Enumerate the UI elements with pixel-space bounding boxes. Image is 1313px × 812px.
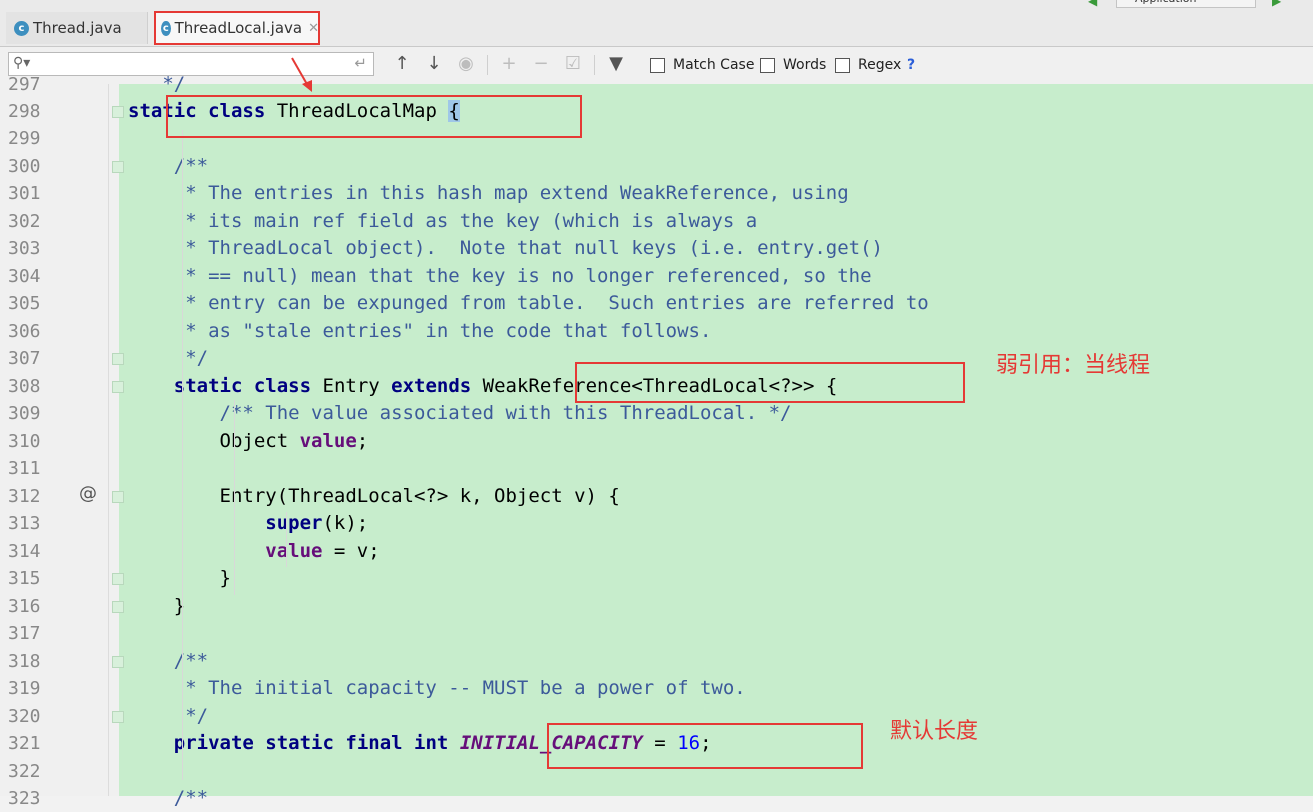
line-number: 315	[8, 568, 41, 589]
code-text: * entry can be expunged from table. Such…	[128, 292, 929, 314]
fold-marker-icon[interactable]	[112, 491, 124, 503]
code-line: 323 /**	[0, 785, 1313, 812]
fold-marker-icon[interactable]	[112, 381, 124, 393]
line-number: 311	[8, 458, 41, 479]
line-number: 322	[8, 761, 41, 782]
code-line: 314 value = v;	[0, 538, 1313, 565]
code-text: * its main ref field as the key (which i…	[128, 210, 758, 232]
line-number: 301	[8, 183, 41, 204]
default-length-note: 默认长度	[890, 719, 979, 744]
line-number: 321	[8, 733, 41, 754]
line-number: 309	[8, 403, 41, 424]
code-text: /**	[128, 155, 209, 177]
indent-guide	[234, 400, 235, 595]
code-line: 313 super(k);	[0, 510, 1313, 537]
code-text: * The initial capacity -- MUST be a powe…	[128, 677, 746, 699]
code-text: */	[128, 73, 186, 95]
code-line: 318 /**	[0, 648, 1313, 675]
line-number: 299	[8, 128, 41, 149]
enter-icon: ↵	[354, 54, 367, 72]
fold-marker-icon[interactable]	[112, 601, 124, 613]
line-number: 317	[8, 623, 41, 644]
line-number: 318	[8, 651, 41, 672]
class-highlight-box	[166, 95, 582, 138]
run-config-strip: ◀ Application ▶	[1080, 0, 1313, 10]
code-text: /**	[128, 650, 209, 672]
code-line: 306 * as "stale entries" in the code tha…	[0, 318, 1313, 345]
run-config-selector[interactable]: Application	[1116, 0, 1256, 8]
indent-guide	[286, 512, 287, 567]
code-line: 297 */	[0, 71, 1313, 98]
tab-label: Thread.java	[33, 19, 122, 37]
code-text: }	[128, 567, 231, 589]
line-number: 307	[8, 348, 41, 369]
code-line: 303 * ThreadLocal object). Note that nul…	[0, 235, 1313, 262]
fold-marker-icon[interactable]	[112, 656, 124, 668]
fold-marker-icon[interactable]	[112, 711, 124, 723]
code-text: * == null) mean that the key is no longe…	[128, 265, 872, 287]
fold-marker-icon[interactable]	[112, 106, 124, 118]
line-number: 313	[8, 513, 41, 534]
fold-marker-icon[interactable]	[112, 161, 124, 173]
code-text: Object value;	[128, 430, 369, 452]
code-line: 302 * its main ref field as the key (whi…	[0, 208, 1313, 235]
line-number: 308	[8, 376, 41, 397]
line-number: 297	[8, 74, 41, 95]
code-line: 315 }	[0, 565, 1313, 592]
search-icon[interactable]: ⚲▾	[13, 55, 30, 71]
code-line: 312 @ Entry(ThreadLocal<?> k, Object v) …	[0, 483, 1313, 510]
line-number: 310	[8, 431, 41, 452]
code-text: * as "stale entries" in the code that fo…	[128, 320, 712, 342]
line-number: 298	[8, 101, 41, 122]
line-number: 316	[8, 596, 41, 617]
code-line: 301 * The entries in this hash map exten…	[0, 180, 1313, 207]
code-text: * ThreadLocal object). Note that null ke…	[128, 237, 883, 259]
code-text: * The entries in this hash map extend We…	[128, 182, 849, 204]
annotation-arrow	[291, 57, 312, 92]
line-number: 320	[8, 706, 41, 727]
code-text: /** The value associated with this Threa…	[128, 402, 792, 424]
run-icon[interactable]: ▶	[1272, 0, 1281, 8]
line-number: 300	[8, 156, 41, 177]
code-line: 319 * The initial capacity -- MUST be a …	[0, 675, 1313, 702]
code-line: 317	[0, 620, 1313, 647]
line-number: 319	[8, 678, 41, 699]
indent-guide	[182, 130, 183, 780]
line-number: 306	[8, 321, 41, 342]
code-text: value = v;	[265, 540, 380, 562]
weak-reference-note: 弱引用：当线程	[996, 353, 1151, 378]
code-text: super(k);	[265, 512, 369, 534]
line-number: 312	[8, 486, 41, 507]
code-line: 305 * entry can be expunged from table. …	[0, 290, 1313, 317]
weakreference-highlight-box	[575, 362, 965, 403]
code-line: 311	[0, 455, 1313, 482]
class-file-icon: c	[14, 20, 29, 36]
tab-thread-java[interactable]: c Thread.java	[6, 12, 148, 44]
code-text: */	[128, 347, 209, 369]
code-text: */	[128, 705, 209, 727]
code-text: Entry(ThreadLocal<?> k, Object v) {	[128, 485, 620, 507]
line-number: 305	[8, 293, 41, 314]
override-marker-icon[interactable]: @	[79, 483, 97, 504]
line-number: 302	[8, 211, 41, 232]
line-number: 303	[8, 238, 41, 259]
code-text: /**	[128, 787, 209, 809]
line-number: 304	[8, 266, 41, 287]
arrow-left-icon[interactable]: ◀	[1088, 0, 1097, 8]
code-line: 316 }	[0, 593, 1313, 620]
line-number: 314	[8, 541, 41, 562]
fold-marker-icon[interactable]	[112, 353, 124, 365]
code-line: 304 * == null) mean that the key is no l…	[0, 263, 1313, 290]
code-line: 309 /** The value associated with this T…	[0, 400, 1313, 427]
fold-marker-icon[interactable]	[112, 573, 124, 585]
code-line: 300 /**	[0, 153, 1313, 180]
line-number: 323	[8, 788, 41, 809]
code-line: 310 Object value;	[0, 428, 1313, 455]
tab-highlight-box	[154, 11, 320, 45]
code-text: }	[128, 595, 186, 617]
capacity-highlight-box	[547, 723, 863, 769]
